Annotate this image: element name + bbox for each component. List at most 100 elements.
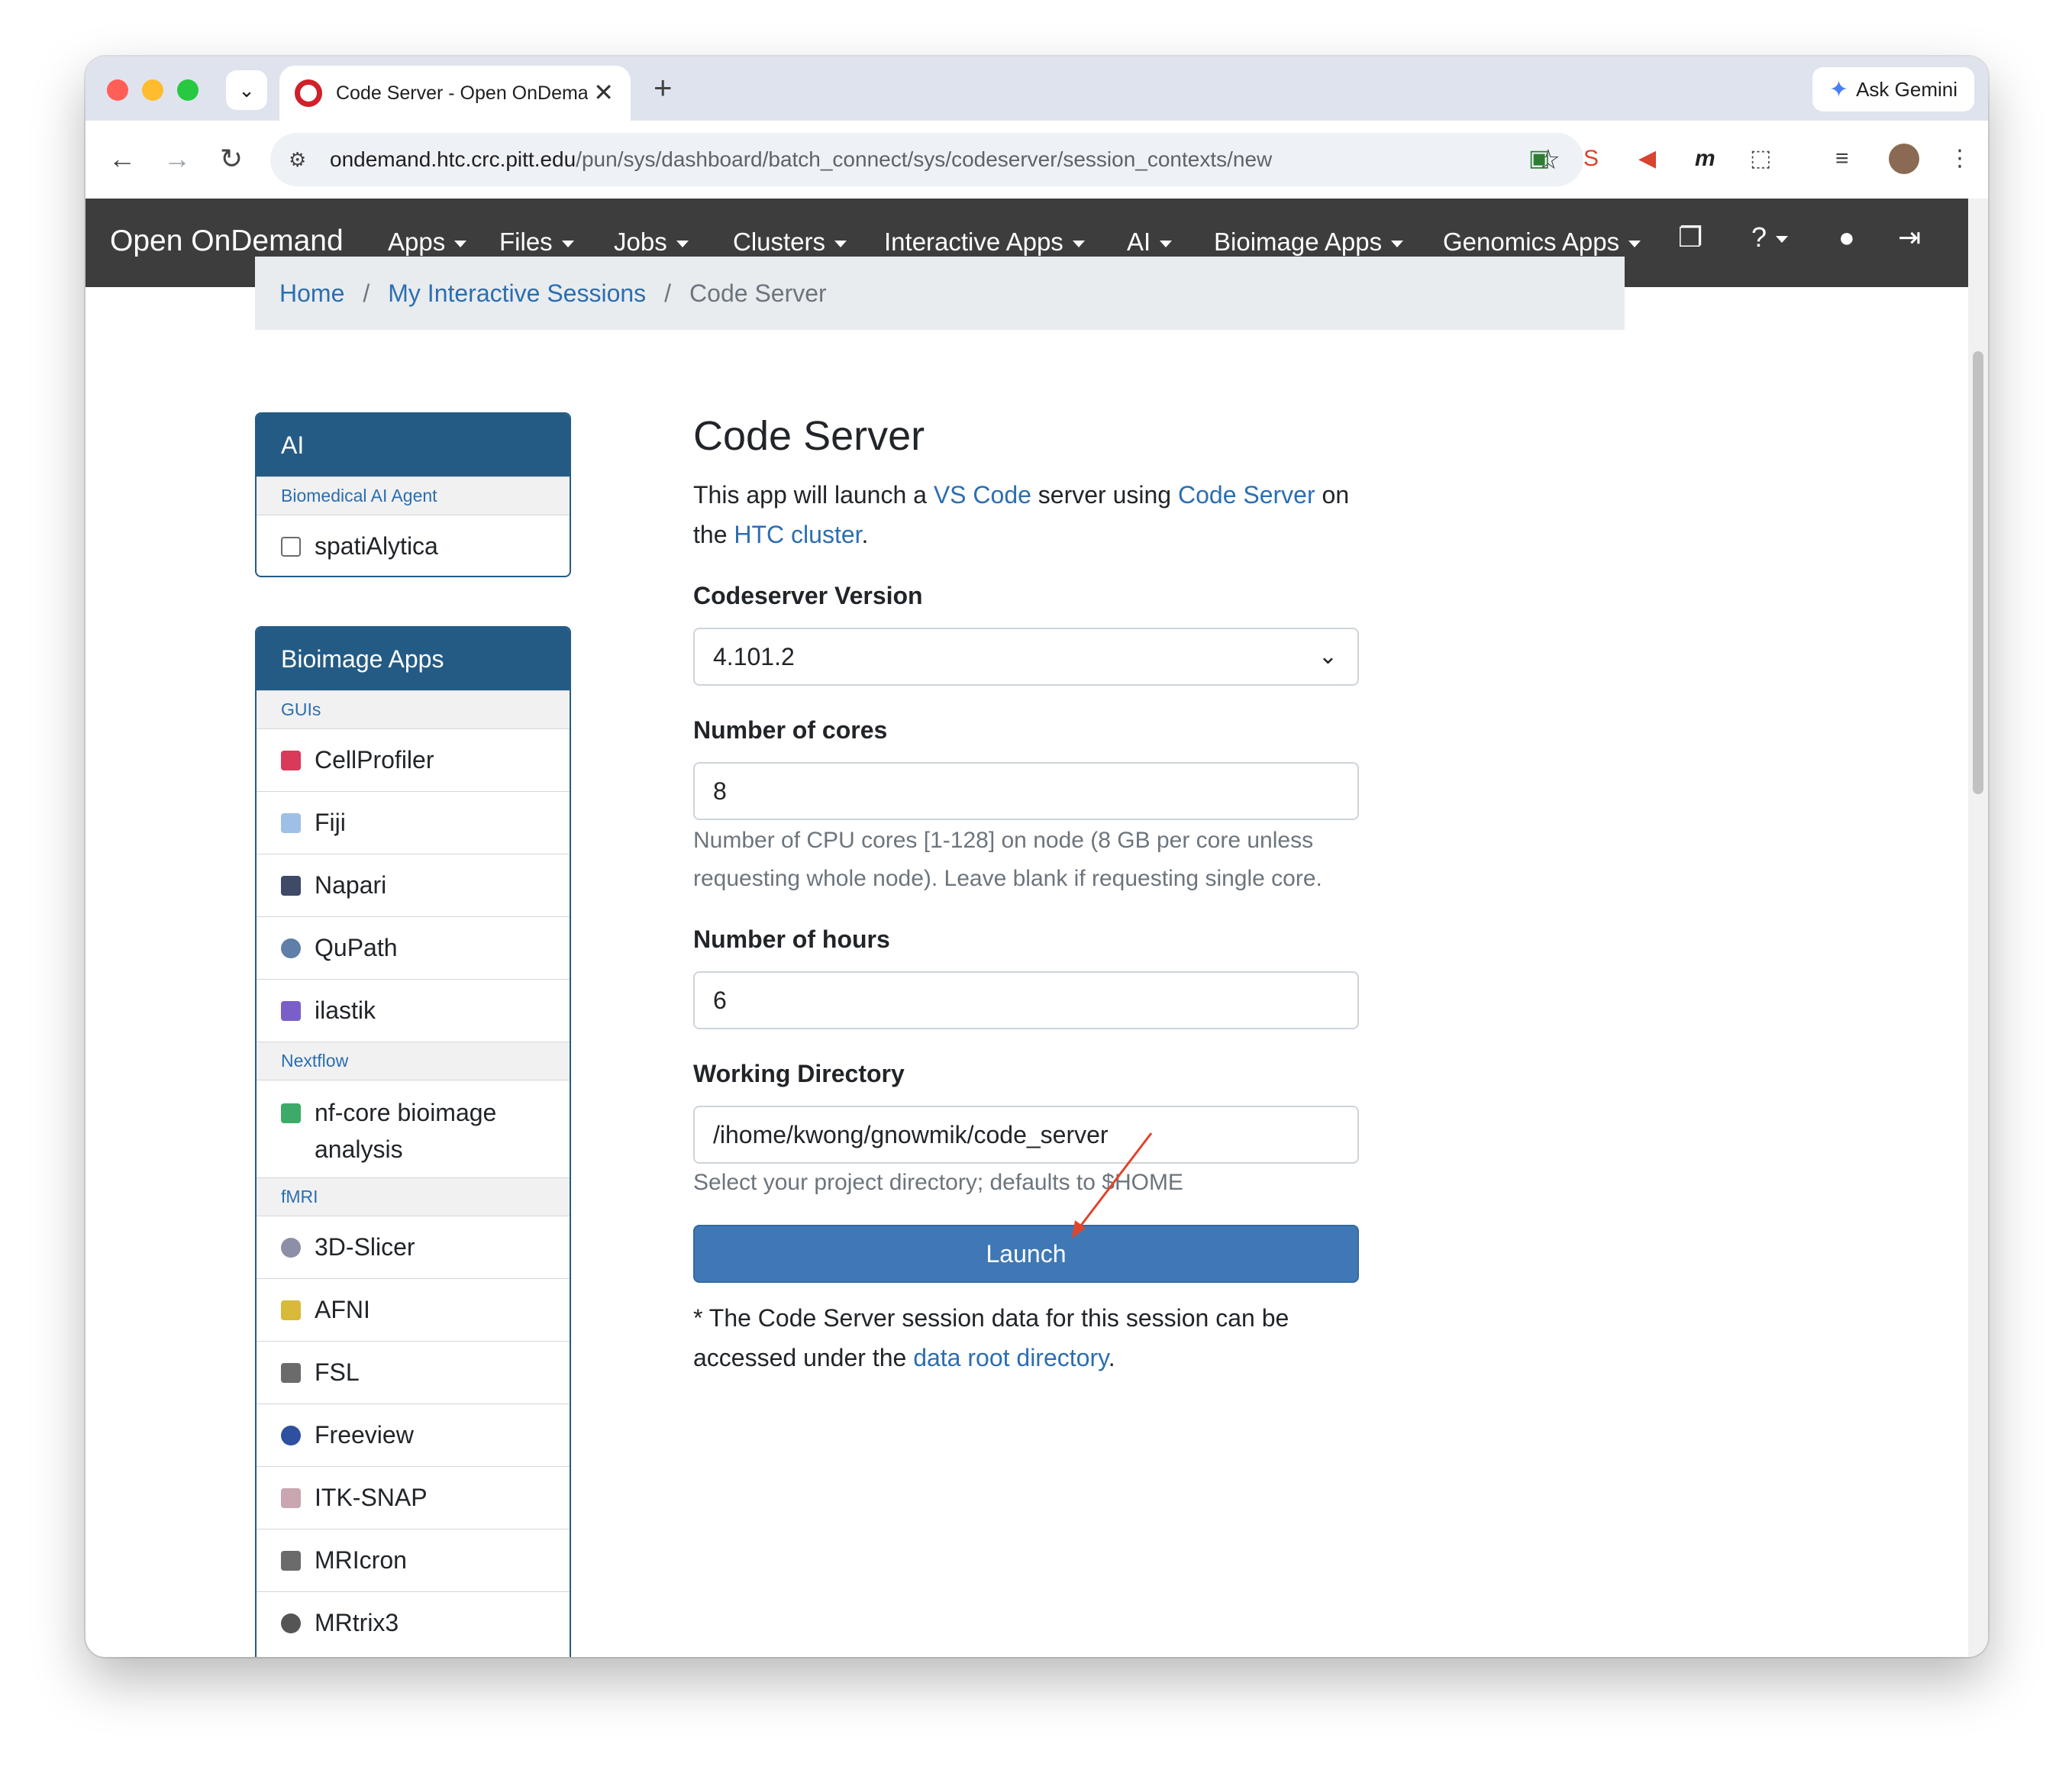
nav-bioimage-apps[interactable]: Bioimage Apps [1214,228,1404,257]
sidebar-item-itk-snap[interactable]: ITK-SNAP [257,1466,570,1529]
sidebar-item-label: AFNI [315,1296,370,1323]
extensions-puzzle-icon[interactable]: ⬚ [1750,144,1771,174]
sidebar-item-label: ilastik [315,996,376,1024]
page-title: Code Server [693,413,925,459]
sidebar-item-qupath[interactable]: QuPath [257,916,570,979]
htc-cluster-link[interactable]: HTC cluster [734,521,861,548]
nav-apps[interactable]: Apps [388,228,467,257]
sessions-icon[interactable]: ❐ [1678,221,1702,254]
breadcrumb-home[interactable]: Home [279,279,344,308]
sidebar-item-label: Napari [315,871,387,899]
address-bar[interactable]: ⚙ ondemand.htc.crc.pitt.edu/pun/sys/dash… [270,133,1583,186]
sidebar-item-label: spatiAlytica [315,532,438,560]
fsl-icon [281,1362,301,1383]
megaphone-extension-icon[interactable]: ◀ [1638,144,1656,174]
nav-files[interactable]: Files [499,228,574,257]
sidebar-item-label: 3D-Slicer [315,1233,415,1261]
footnote-text: . [1108,1344,1115,1371]
sidebar-item-spatialytica[interactable]: spatiAlytica [257,515,570,576]
maximize-window-button[interactable] [177,79,198,101]
s-extension-icon[interactable]: S [1583,144,1599,174]
version-select[interactable]: 4.101.2 ⌄ [693,628,1359,686]
back-arrow-icon[interactable]: ← [108,142,136,176]
page-scrollbar[interactable] [1968,199,1988,1657]
tab-strip: ⌄ Code Server - Open OnDemand ✕ + ✦ Ask … [86,57,1988,121]
launch-button[interactable]: Launch [693,1225,1359,1283]
working-directory-input[interactable]: /ihome/kwong/gnowmik/code_server [693,1106,1359,1164]
ai-apps-panel: AI Biomedical AI Agent spatiAlytica [255,412,571,577]
sidebar-item-mrtrix3[interactable]: MRtrix3 [257,1591,570,1654]
version-label: Codeserver Version [693,582,923,609]
reload-icon[interactable]: ↻ [220,142,243,176]
qupath-icon [281,938,301,958]
reading-list-icon[interactable]: ≡ [1835,144,1849,174]
breadcrumb-sessions[interactable]: My Interactive Sessions [388,279,646,308]
caret-down-icon [454,240,467,247]
data-root-directory-link[interactable]: data root directory [913,1344,1109,1371]
hours-input[interactable]: 6 [693,971,1359,1029]
terminal-extension-icon[interactable]: ▣ [1528,144,1550,174]
cores-help-text: Number of CPU cores [1-128] on node (8 G… [693,828,1322,891]
sidebar-item-label: QuPath [315,934,398,961]
sidebar-item-afni[interactable]: AFNI [257,1278,570,1341]
panel-group-label: GUIs [257,690,570,728]
url-text: ondemand.htc.crc.pitt.edu/pun/sys/dashbo… [330,147,1272,172]
intro-text: server using [1031,481,1178,509]
sidebar-item-label: MRtrix3 [315,1609,399,1636]
vs-code-link[interactable]: VS Code [934,481,1031,509]
app-description: This app will launch a VS Code server us… [693,475,1380,554]
afni-icon [281,1300,301,1320]
nav-ai[interactable]: AI [1127,228,1173,257]
sidebar-item-mricron[interactable]: MRIcron [257,1529,570,1591]
cores-value: 8 [713,777,727,805]
cores-input[interactable]: 8 [693,762,1359,820]
fiji-icon [281,812,301,833]
nav-label: Clusters [733,228,826,256]
cellprofiler-icon [281,750,301,770]
ask-gemini-button[interactable]: ✦ Ask Gemini [1812,67,1974,111]
tab-search-chevron-icon[interactable]: ⌄ [226,70,267,110]
breadcrumb: Home / My Interactive Sessions / Code Se… [255,257,1625,330]
sidebar-item-ilastik[interactable]: ilastik [257,979,570,1042]
help-icon[interactable]: ? [1751,221,1789,254]
ilastik-icon [281,1000,301,1021]
version-selected-value: 4.101.2 [713,642,795,670]
cores-label: Number of cores [693,716,888,744]
brand-logo[interactable]: Open OnDemand [110,224,344,258]
code-server-link[interactable]: Code Server [1178,481,1315,509]
m-extension-icon[interactable]: m [1695,144,1715,174]
user-icon[interactable]: ● [1838,221,1855,254]
sidebar-item-cellprofiler[interactable]: CellProfiler [257,728,570,791]
scrollbar-thumb[interactable] [1973,351,1983,794]
nav-label: AI [1127,228,1151,256]
hours-label: Number of hours [693,925,890,953]
mricron-icon [281,1550,301,1571]
sidebar-item-nf-core-bioimage[interactable]: nf-core bioimage analysis [257,1080,570,1177]
sidebar-item-3d-slicer[interactable]: 3D-Slicer [257,1216,570,1278]
tab-close-icon[interactable]: ✕ [593,79,614,105]
sidebar-item-fsl[interactable]: FSL [257,1341,570,1403]
profile-avatar[interactable] [1889,144,1919,174]
logout-icon[interactable]: ⇥ [1898,221,1921,254]
forward-arrow-icon[interactable]: → [163,142,191,176]
nav-clusters[interactable]: Clusters [733,228,847,257]
close-window-button[interactable] [107,79,128,101]
bioimage-apps-panel: Bioimage Apps GUIs CellProfiler Fiji Nap… [255,626,571,1657]
working-directory-label: Working Directory [693,1060,905,1087]
panel-group-label: Biomedical AI Agent [257,476,570,515]
nav-genomics-apps[interactable]: Genomics Apps [1443,228,1641,257]
nav-jobs[interactable]: Jobs [614,228,689,257]
sidebar-item-napari[interactable]: Napari [257,854,570,916]
active-tab[interactable]: Code Server - Open OnDemand ✕ [279,66,631,121]
3d-slicer-icon [281,1237,301,1258]
site-settings-icon[interactable]: ⚙ [289,148,319,172]
nav-interactive-apps[interactable]: Interactive Apps [884,228,1085,257]
minimize-window-button[interactable] [142,79,163,101]
browser-menu-icon[interactable]: ⋮ [1948,144,1971,174]
itk-snap-icon [281,1487,301,1508]
caret-down-icon [1391,240,1404,247]
ask-gemini-label: Ask Gemini [1856,77,1957,101]
sidebar-item-freeview[interactable]: Freeview [257,1403,570,1466]
new-tab-button[interactable]: + [654,69,673,107]
sidebar-item-fiji[interactable]: Fiji [257,791,570,854]
